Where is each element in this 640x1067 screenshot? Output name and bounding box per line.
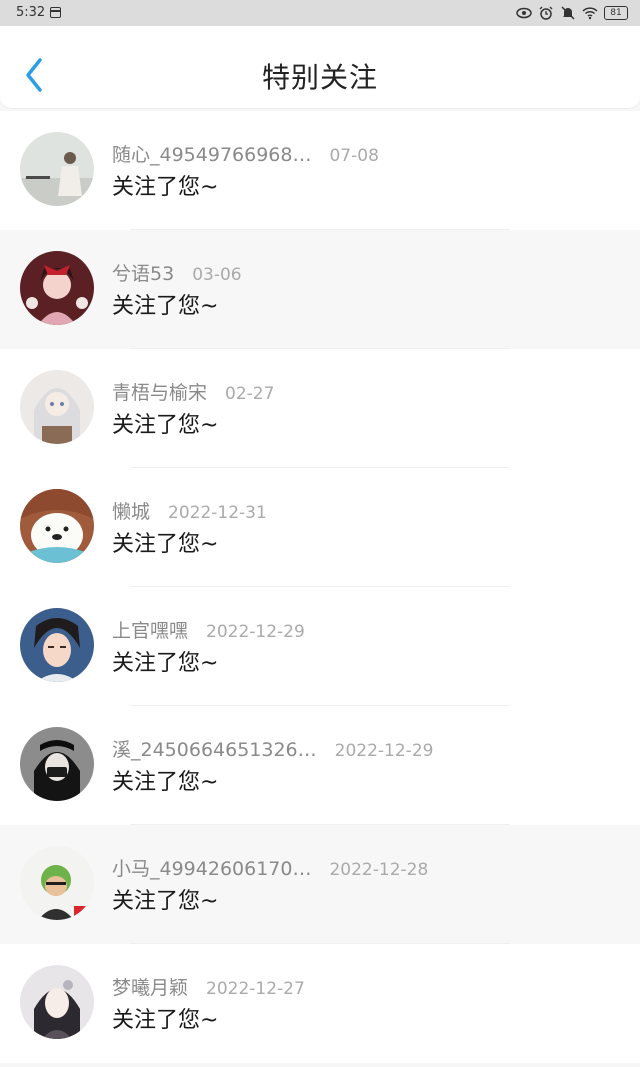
mute-icon: [561, 6, 575, 20]
item-message: 关注了您~: [112, 413, 219, 438]
item-meta: 兮语53 03-06: [112, 259, 242, 286]
item-meta: 随心_49549766968… 07-08: [112, 140, 379, 167]
item-message: 关注了您~: [112, 889, 219, 914]
list-item[interactable]: 随心_49549766968… 07-08 关注了您~: [0, 111, 640, 230]
user-name[interactable]: 小马_49942606170…: [112, 858, 311, 880]
avatar[interactable]: [20, 489, 94, 563]
avatar[interactable]: [20, 965, 94, 1039]
avatar[interactable]: [20, 608, 94, 682]
item-meta: 小马_49942606170… 2022-12-28: [112, 854, 428, 881]
user-name[interactable]: 随心_49549766968…: [112, 144, 311, 166]
user-name[interactable]: 梦曦月颖: [112, 977, 188, 999]
item-date: 03-06: [192, 265, 242, 285]
item-date: 2022-12-29: [334, 741, 434, 761]
item-message: 关注了您~: [112, 294, 219, 319]
item-message: 关注了您~: [112, 1008, 219, 1033]
avatar[interactable]: [20, 132, 94, 206]
item-message: 关注了您~: [112, 651, 219, 676]
item-date: 2022-12-29: [206, 622, 305, 642]
user-name[interactable]: 兮语53: [112, 263, 174, 285]
list-item[interactable]: 兮语53 03-06 关注了您~: [0, 230, 640, 349]
system-icons: 81: [516, 4, 628, 22]
list-item[interactable]: 梦曦月颖 2022-12-27 关注了您~: [0, 944, 640, 1063]
page-title: 特别关注: [261, 61, 378, 94]
status-time: 5:32: [16, 5, 46, 20]
list-item[interactable]: 青梧与榆宋 02-27 关注了您~: [0, 349, 640, 468]
item-message: 关注了您~: [112, 175, 219, 200]
list-item[interactable]: 上官嘿嘿 2022-12-29 关注了您~: [0, 587, 640, 706]
follow-list: 随心_49549766968… 07-08 关注了您~ 兮语53 03-06 关注了…: [0, 111, 640, 1063]
wifi-icon: [582, 7, 598, 20]
nav-bar: 特别关注: [0, 26, 640, 109]
item-message: 关注了您~: [112, 770, 219, 795]
item-meta: 溪_2450664651326… 2022-12-29: [112, 735, 433, 762]
item-date: 07-08: [329, 146, 379, 166]
battery-icon: 81: [604, 6, 628, 20]
user-name[interactable]: 青梧与榆宋: [112, 382, 207, 404]
list-item[interactable]: 溪_2450664651326… 2022-12-29 关注了您~: [0, 706, 640, 825]
item-date: 2022-12-28: [329, 860, 429, 880]
user-name[interactable]: 上官嘿嘿: [112, 620, 188, 642]
item-date: 02-27: [225, 384, 275, 404]
avatar[interactable]: [20, 727, 94, 801]
calendar-icon: [50, 7, 61, 18]
status-bar: 5:32 81: [0, 0, 640, 26]
item-meta: 上官嘿嘿 2022-12-29: [112, 616, 305, 643]
avatar[interactable]: [20, 370, 94, 444]
item-meta: 梦曦月颖 2022-12-27: [112, 973, 305, 1000]
item-message: 关注了您~: [112, 532, 219, 557]
item-meta: 懒城 2022-12-31: [112, 497, 267, 524]
eye-icon: [516, 7, 532, 19]
avatar[interactable]: [20, 251, 94, 325]
item-date: 2022-12-27: [206, 979, 305, 999]
alarm-icon: [539, 6, 553, 20]
item-meta: 青梧与榆宋 02-27: [112, 378, 274, 405]
list-item[interactable]: 懒城 2022-12-31 关注了您~: [0, 468, 640, 587]
avatar[interactable]: [20, 846, 94, 920]
user-name[interactable]: 懒城: [112, 501, 150, 523]
user-name[interactable]: 溪_2450664651326…: [112, 739, 317, 761]
item-date: 2022-12-31: [168, 503, 267, 523]
list-item[interactable]: 小马_49942606170… 2022-12-28 关注了您~: [0, 825, 640, 944]
